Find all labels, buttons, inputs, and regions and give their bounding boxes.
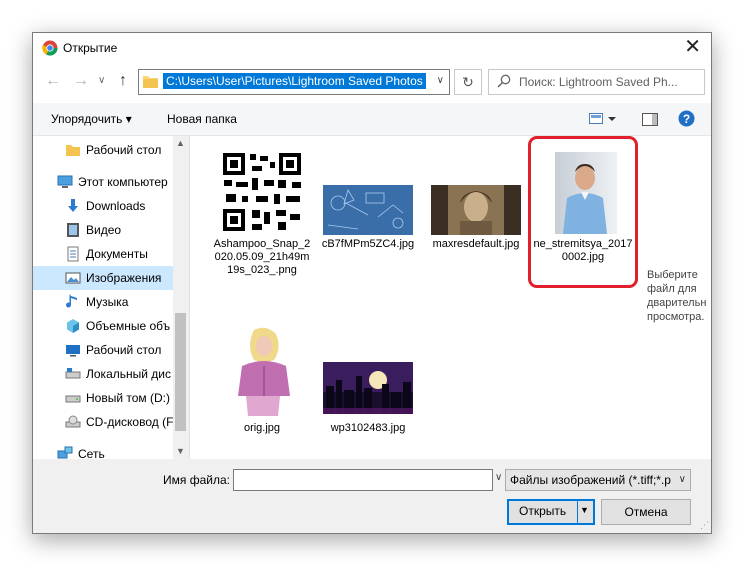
sidebar-item-label: Объемные объ xyxy=(86,319,171,333)
sidebar-item-downloads[interactable]: Downloads xyxy=(33,194,173,218)
cancel-button[interactable]: Отмена xyxy=(601,499,691,525)
navigation-pane: Рабочий стол Этот компьютер Downloads Ви… xyxy=(33,136,188,459)
back-button[interactable]: ← xyxy=(45,72,61,90)
file-name: Ashampoo_Snap_2020.05.09_21h49m19s_023_.… xyxy=(213,238,311,276)
search-placeholder: Поиск: Lightroom Saved Ph... xyxy=(519,75,678,89)
sidebar-item-label: Музыка xyxy=(86,295,129,309)
close-button[interactable]: ✕ xyxy=(684,36,701,58)
sidebar-item-label: Рабочий стол xyxy=(86,343,162,357)
video-icon xyxy=(67,223,79,237)
open-options-icon[interactable]: ▼ xyxy=(580,505,589,515)
night-city-thumbnail xyxy=(323,362,413,414)
cd-drive-icon xyxy=(65,415,81,428)
download-icon xyxy=(68,199,78,212)
sidebar-item-label: Документы xyxy=(86,247,148,261)
command-toolbar: Упорядочить ▾ Новая папка ? xyxy=(33,103,711,136)
window-title: Открытие xyxy=(63,41,118,55)
sidebar-item-desktop[interactable]: Рабочий стол xyxy=(33,338,173,362)
file-name: wp3102483.jpg xyxy=(330,422,406,434)
recent-locations-dropdown[interactable]: ∨ xyxy=(98,75,105,86)
sidebar-item-local-disk[interactable]: Локальный дис xyxy=(33,362,173,386)
computer-icon xyxy=(57,175,73,188)
folder-icon xyxy=(66,145,80,156)
search-icon xyxy=(497,74,511,88)
sepia-portrait-thumbnail xyxy=(431,185,521,235)
sidebar-item-pictures[interactable]: Изображения xyxy=(33,266,173,290)
sidebar-item-label: Сеть xyxy=(78,447,105,459)
file-name: cB7fMPm5ZC4.jpg xyxy=(321,238,415,250)
sidebar-item-label: Этот компьютер xyxy=(78,175,168,189)
scroll-up-icon[interactable]: ▲ xyxy=(176,138,185,148)
help-glyph: ? xyxy=(683,112,690,126)
view-options-icon[interactable] xyxy=(589,113,617,125)
cancel-button-label: Отмена xyxy=(624,505,668,519)
filename-dropdown-icon[interactable]: ∨ xyxy=(495,472,502,483)
chevron-down-icon: ∨ xyxy=(678,474,686,485)
organize-menu[interactable]: Упорядочить ▾ xyxy=(51,112,132,126)
pictures-icon xyxy=(65,272,81,284)
sidebar-item-music[interactable]: Музыка xyxy=(33,290,173,314)
file-name: maxresdefault.jpg xyxy=(432,238,520,250)
open-button-label: Открыть xyxy=(519,504,567,518)
address-dropdown-icon[interactable]: ∨ xyxy=(437,75,444,86)
dialog-footer: Имя файла: ∨ Файлы изображений (*.tiff;*… xyxy=(33,459,711,533)
sidebar-item-cd-drive[interactable]: CD-дисковод (F xyxy=(33,410,173,434)
split-divider xyxy=(577,501,578,523)
filename-input[interactable] xyxy=(233,469,493,491)
file-type-select[interactable]: Файлы изображений (*.tiff;*.p ∨ xyxy=(505,469,691,491)
blueprint-thumbnail xyxy=(323,185,413,235)
navigation-scrollbar[interactable]: ▲ ▼ xyxy=(173,136,188,459)
sidebar-item-video[interactable]: Видео xyxy=(33,218,173,242)
highlight-annotation xyxy=(528,136,638,288)
address-path[interactable]: C:\Users\User\Pictures\Lightroom Saved P… xyxy=(163,73,426,89)
filename-label: Имя файла: xyxy=(163,473,230,487)
folder-icon xyxy=(143,76,158,88)
music-icon xyxy=(66,294,77,308)
scroll-thumb[interactable] xyxy=(175,313,186,431)
preview-pane-icon[interactable] xyxy=(642,113,658,126)
sidebar-item-label: CD-дисковод (F xyxy=(86,415,174,429)
new-folder-button[interactable]: Новая папка xyxy=(167,112,237,126)
sidebar-item-this-pc[interactable]: Этот компьютер xyxy=(33,170,173,194)
sidebar-item-desktop-quick[interactable]: Рабочий стол xyxy=(33,138,173,162)
drive-icon xyxy=(65,368,81,379)
sidebar-item-3d-objects[interactable]: Объемные объ xyxy=(33,314,173,338)
preview-pane: Выберите файл для дварительн просмотра. xyxy=(645,136,711,459)
sidebar-item-network[interactable]: Сеть xyxy=(33,442,173,459)
resize-grip-icon[interactable]: ⋰ xyxy=(700,520,709,531)
qr-code-thumbnail xyxy=(222,152,302,232)
sidebar-item-documents[interactable]: Документы xyxy=(33,242,173,266)
sidebar-item-label: Рабочий стол xyxy=(86,143,162,157)
drive-icon xyxy=(65,395,81,403)
3d-objects-icon xyxy=(67,319,79,333)
help-icon[interactable]: ? xyxy=(678,110,695,127)
preview-hint: Выберите файл для дварительн просмотра. xyxy=(647,269,707,323)
sidebar-item-label: Downloads xyxy=(86,199,146,213)
file-type-value: Файлы изображений (*.tiff;*.p xyxy=(510,473,671,487)
document-icon xyxy=(67,246,79,262)
sidebar-item-label: Локальный дис xyxy=(86,367,171,381)
sidebar-item-label: Видео xyxy=(86,223,122,237)
sidebar-item-label: Изображения xyxy=(86,271,162,285)
scroll-down-icon[interactable]: ▼ xyxy=(176,446,185,456)
navigation-bar: ← → ∨ ↑ C:\Users\User\Pictures\Lightroom… xyxy=(33,63,711,103)
up-button[interactable]: ↑ xyxy=(119,72,127,90)
desktop-icon xyxy=(66,345,80,357)
search-input[interactable]: Поиск: Lightroom Saved Ph... xyxy=(488,69,705,95)
sidebar-item-label: Новый том (D:) xyxy=(86,391,170,405)
title-bar: Открытие ✕ xyxy=(33,33,711,63)
file-name: orig.jpg xyxy=(243,422,281,434)
forward-button[interactable]: → xyxy=(73,72,89,90)
girl-illustration-thumbnail xyxy=(227,326,297,416)
open-button[interactable]: Открыть ▼ xyxy=(507,499,595,525)
chrome-icon xyxy=(42,40,58,56)
refresh-button[interactable]: ↻ xyxy=(454,69,482,95)
network-icon xyxy=(57,446,73,459)
address-bar[interactable]: C:\Users\User\Pictures\Lightroom Saved P… xyxy=(138,69,450,95)
sidebar-item-volume-d[interactable]: Новый том (D:) xyxy=(33,386,173,410)
